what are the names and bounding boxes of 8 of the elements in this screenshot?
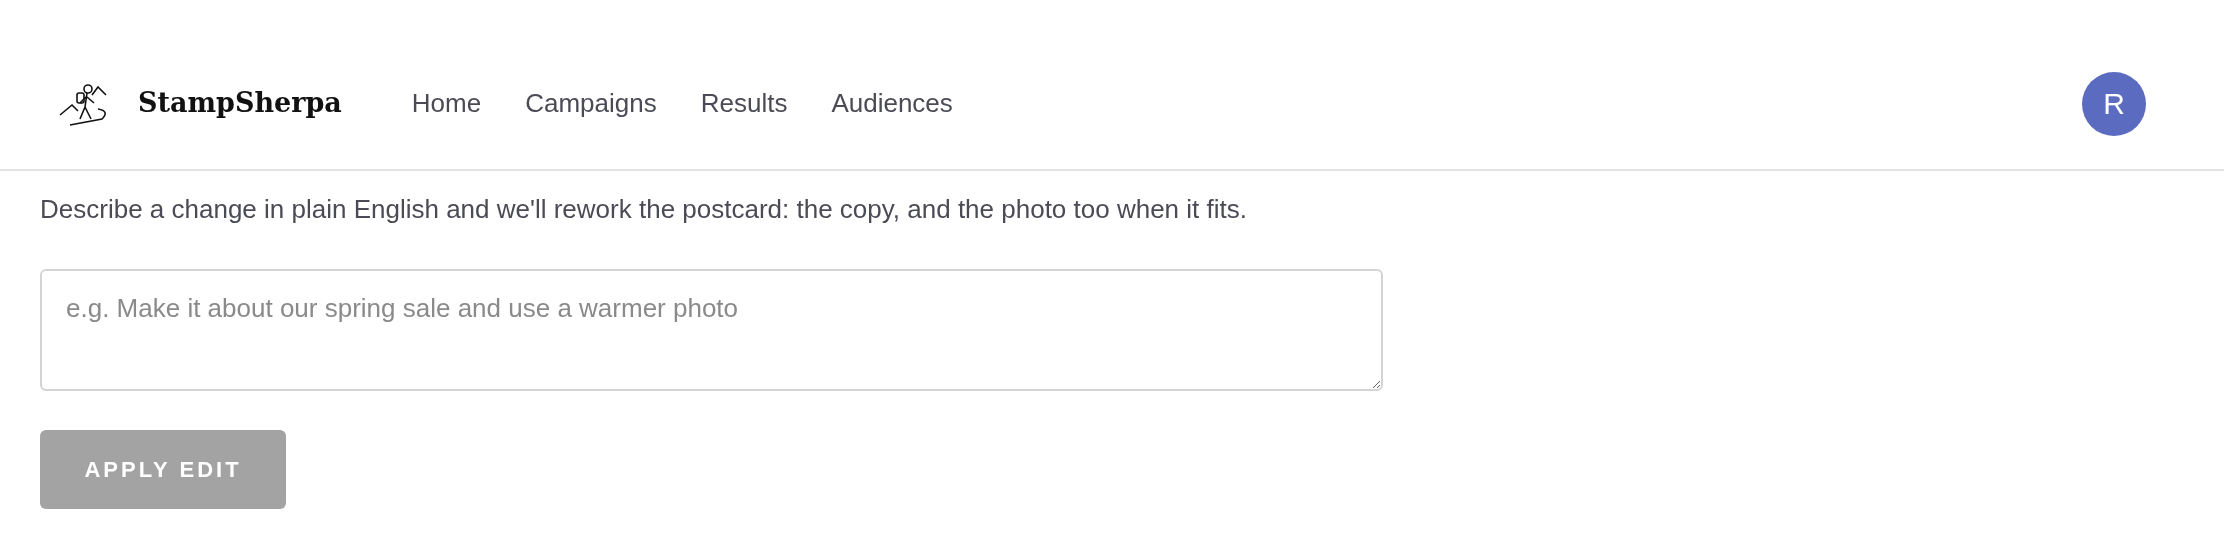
nav-link[interactable]: Audiences (831, 84, 953, 123)
nav-link[interactable]: Results (700, 84, 788, 123)
description: Describe a change in plain English and we'll rework the postcard: the copy, and the photo too when it fits. (40, 193, 1248, 226)
avatar[interactable]: R (2082, 71, 2146, 136)
nav-link[interactable]: Home (411, 84, 482, 123)
brand-name[interactable]: StampSherpa (138, 83, 342, 124)
nav-link[interactable]: Campaigns (525, 84, 657, 123)
input-field[interactable]: e.g. Make it about our spring sale and use a warmer photo (40, 269, 1383, 391)
